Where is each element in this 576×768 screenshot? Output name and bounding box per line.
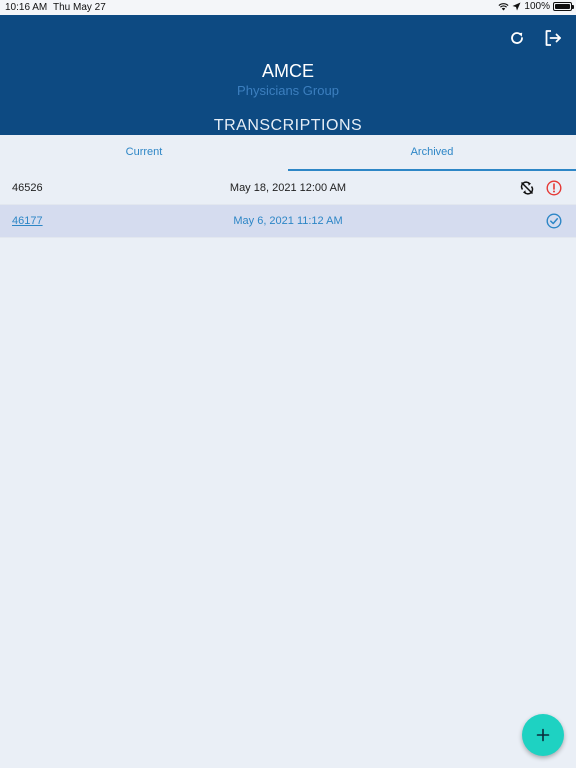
- logout-icon[interactable]: [543, 28, 563, 48]
- wifi-icon: [498, 3, 509, 11]
- status-date: Thu May 27: [53, 2, 106, 13]
- tab-current[interactable]: Current: [0, 135, 288, 172]
- app-header: AMCE Physicians Group TRANSCRIPTIONS: [0, 15, 576, 135]
- location-arrow-icon: [512, 2, 521, 11]
- battery-icon: [553, 2, 574, 11]
- section-title: TRANSCRIPTIONS: [213, 117, 363, 134]
- transcription-date: May 6, 2021 11:12 AM: [233, 215, 343, 227]
- check-circle-icon[interactable]: [546, 213, 562, 229]
- app-subtitle: Physicians Group: [237, 83, 339, 98]
- app-title: AMCE: [261, 61, 314, 81]
- transcription-list: 46526 May 18, 2021 12:00 AM 46177 May 6,…: [0, 172, 576, 238]
- sync-off-icon[interactable]: [519, 180, 535, 196]
- status-indicators: 100%: [498, 1, 574, 12]
- tab-selected-indicator: [288, 169, 576, 171]
- status-bar: 10:16 AM Thu May 27 100%: [0, 0, 576, 15]
- plus-icon: [536, 728, 550, 742]
- tab-archived[interactable]: Archived: [288, 135, 576, 172]
- tab-bar: Current Archived: [0, 135, 576, 172]
- battery-percent: 100%: [524, 1, 550, 12]
- alert-icon[interactable]: [546, 180, 562, 196]
- status-time: 10:16 AM: [5, 2, 48, 13]
- refresh-icon[interactable]: [507, 28, 527, 48]
- table-row[interactable]: 46177 May 6, 2021 11:12 AM: [0, 205, 576, 238]
- transcription-date: May 18, 2021 12:00 AM: [229, 182, 347, 194]
- table-row[interactable]: 46526 May 18, 2021 12:00 AM: [0, 172, 576, 205]
- add-transcription-button[interactable]: [522, 714, 564, 756]
